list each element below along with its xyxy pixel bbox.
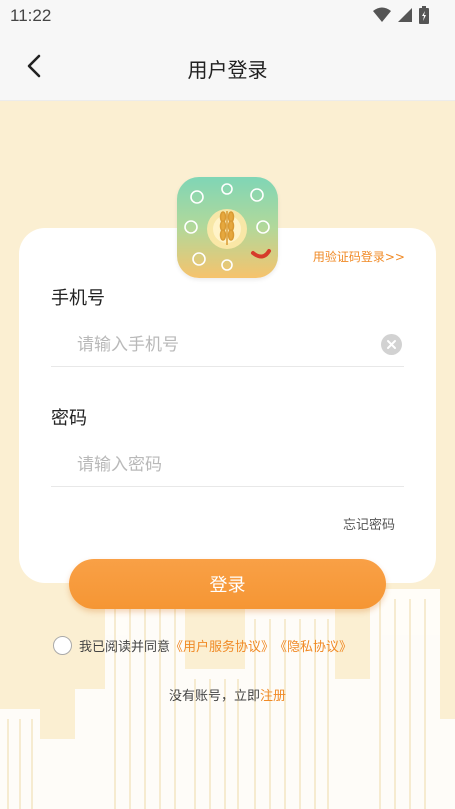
page-title: 用户登录 <box>187 58 268 82</box>
app-logo <box>177 177 278 278</box>
forgot-password-link[interactable]: 忘记密码 <box>343 514 395 533</box>
nav-bar: 用户登录 <box>0 32 455 101</box>
phone-input[interactable] <box>51 323 404 367</box>
wheat-logo-icon <box>184 183 271 271</box>
login-button[interactable]: 登录 <box>69 559 386 609</box>
register-row: 没有账号，立即注册 <box>0 685 455 704</box>
signal-icon <box>398 8 412 22</box>
status-icons <box>373 6 429 24</box>
battery-icon <box>419 6 429 24</box>
status-time: 11:22 <box>10 6 52 25</box>
clear-phone-button[interactable] <box>381 334 402 355</box>
agreement-row: 我已阅读并同意 《用户服务协议》 《隐私协议》 <box>53 636 352 655</box>
register-link[interactable]: 注册 <box>260 689 286 704</box>
user-agreement-link[interactable]: 《用户服务协议》 <box>170 636 274 655</box>
phone-label: 手机号 <box>51 288 105 309</box>
privacy-policy-link[interactable]: 《隐私协议》 <box>274 636 352 655</box>
register-prompt: 没有账号，立即 <box>168 689 260 704</box>
wifi-icon <box>373 7 391 22</box>
password-label: 密码 <box>51 408 87 429</box>
close-icon <box>387 340 396 349</box>
agreement-text: 我已阅读并同意 <box>79 640 171 655</box>
status-bar: 11:22 <box>0 0 455 32</box>
agree-checkbox[interactable] <box>53 636 72 655</box>
password-input[interactable] <box>51 443 404 487</box>
code-login-link[interactable]: 用验证码登录>> <box>313 248 405 265</box>
